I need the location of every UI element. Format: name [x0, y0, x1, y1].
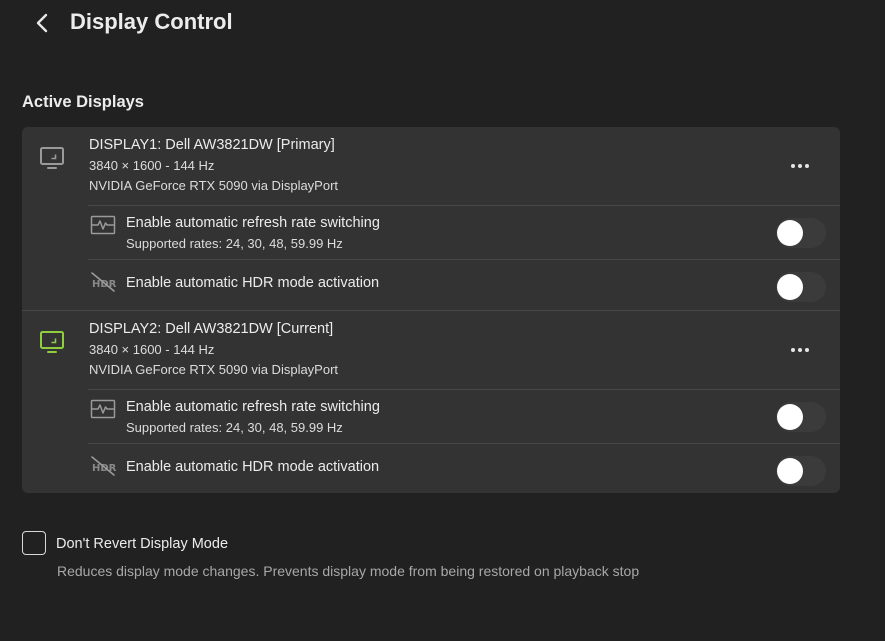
hdr-off-icon: HDR — [91, 272, 116, 292]
active-displays-card: DISPLAY1: Dell AW3821DW [Primary] 3840 ×… — [22, 127, 840, 493]
hdr-toggle[interactable] — [776, 272, 826, 302]
svg-text:HDR: HDR — [92, 463, 116, 474]
display-item-1: DISPLAY1: Dell AW3821DW [Primary] 3840 ×… — [22, 127, 840, 310]
monitor-icon — [40, 331, 64, 353]
more-dots-icon — [791, 348, 795, 352]
toggle-knob — [777, 404, 803, 430]
refresh-rate-icon — [90, 215, 116, 235]
dont-revert-description: Reduces display mode changes. Prevents d… — [57, 563, 640, 579]
display-control-page: Display Control Active Displays DISPLAY1… — [0, 0, 885, 641]
toggle-knob — [777, 458, 803, 484]
more-dot — [798, 164, 802, 168]
refresh-rate-toggle[interactable] — [776, 402, 826, 432]
monitor-icon — [40, 147, 64, 169]
page-title: Display Control — [70, 9, 233, 34]
refresh-rate-toggle[interactable] — [776, 218, 826, 248]
more-dots-icon — [791, 164, 795, 168]
more-dot — [798, 348, 802, 352]
more-dot — [805, 348, 809, 352]
more-options-button[interactable] — [786, 337, 814, 363]
svg-text:HDR: HDR — [92, 279, 116, 290]
display-gpu: NVIDIA GeForce RTX 5090 via DisplayPort — [89, 362, 339, 377]
dont-revert-label: Don't Revert Display Mode — [56, 536, 229, 552]
supported-rates-text: Supported rates: 24, 30, 48, 59.99 Hz — [126, 420, 343, 435]
toggle-knob — [777, 274, 803, 300]
display-resolution: 3840 × 1600 - 144 Hz — [89, 158, 215, 173]
section-title-active-displays: Active Displays — [22, 93, 144, 111]
dont-revert-checkbox[interactable] — [22, 531, 46, 555]
hdr-off-icon: HDR — [91, 456, 116, 476]
display-item-2: DISPLAY2: Dell AW3821DW [Current] 3840 ×… — [22, 310, 840, 493]
more-options-button[interactable] — [786, 153, 814, 179]
chevron-left-icon — [36, 13, 48, 33]
toggle-knob — [777, 220, 803, 246]
display-name: DISPLAY2: Dell AW3821DW [Current] — [89, 321, 334, 337]
supported-rates-text: Supported rates: 24, 30, 48, 59.99 Hz — [126, 236, 343, 251]
refresh-rate-label: Enable automatic refresh rate switching — [126, 215, 380, 231]
hdr-toggle[interactable] — [776, 456, 826, 486]
more-dot — [805, 164, 809, 168]
display-gpu: NVIDIA GeForce RTX 5090 via DisplayPort — [89, 178, 339, 193]
display-name: DISPLAY1: Dell AW3821DW [Primary] — [89, 137, 335, 153]
hdr-option: HDR Enable automatic HDR mode activation — [88, 443, 840, 493]
back-button[interactable] — [30, 10, 56, 36]
refresh-rate-option: Enable automatic refresh rate switching … — [88, 205, 840, 259]
hdr-label: Enable automatic HDR mode activation — [126, 459, 380, 475]
refresh-rate-label: Enable automatic refresh rate switching — [126, 399, 380, 415]
hdr-label: Enable automatic HDR mode activation — [126, 275, 380, 291]
refresh-rate-icon — [90, 399, 116, 419]
refresh-rate-option: Enable automatic refresh rate switching … — [88, 389, 840, 443]
display-resolution: 3840 × 1600 - 144 Hz — [89, 342, 215, 357]
hdr-option: HDR Enable automatic HDR mode activation — [88, 259, 840, 313]
